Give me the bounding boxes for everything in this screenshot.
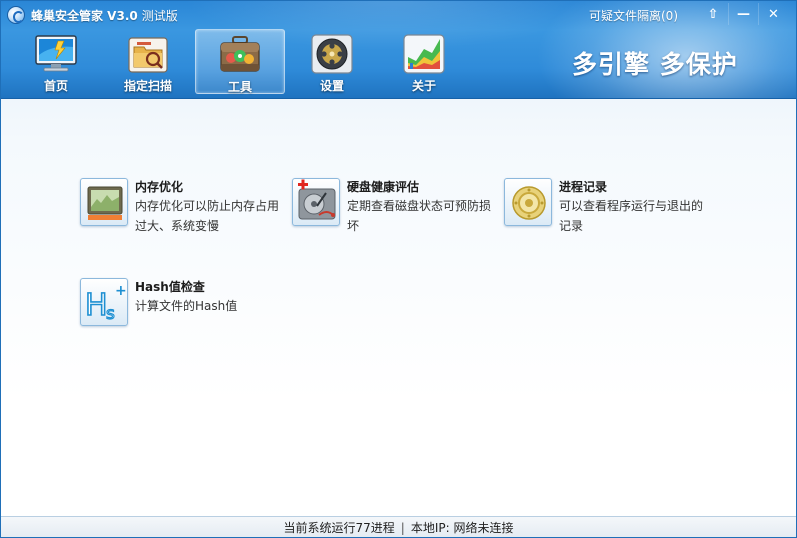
app-title-text: 蜂巢安全管家 V3.0 — [31, 9, 138, 23]
tool-desc: 计算文件的Hash值 — [135, 299, 238, 313]
tool-text-hash: Hash值检查 计算文件的Hash值 — [135, 278, 285, 316]
nav-label-settings: 设置 — [319, 79, 344, 93]
toolbox-icon — [218, 34, 262, 76]
tool-name: 内存优化 — [135, 180, 184, 194]
chart-icon — [402, 33, 446, 75]
nav-item-home[interactable]: 首页 — [11, 29, 101, 94]
tool-memory-optimize[interactable]: 内存优化 内存优化可以防止内存占用过大、系统变慢 — [80, 178, 285, 236]
hash-icon: H s + — [80, 278, 128, 326]
tool-name: Hash值检查 — [135, 280, 205, 294]
slogan: 多引擎 多保护 — [572, 50, 738, 79]
tool-hash-check[interactable]: H s + Hash值检查 计算文件的Hash值 — [80, 278, 285, 326]
monitor-icon — [34, 33, 78, 75]
app-logo-icon — [7, 6, 25, 24]
tool-text-memory: 内存优化 内存优化可以防止内存占用过大、系统变慢 — [135, 178, 285, 236]
nav-label-tools: 工具 — [227, 80, 252, 94]
svg-text:s: s — [106, 304, 115, 324]
nav-item-about[interactable]: 关于 — [379, 29, 469, 94]
main-nav: 首页 指定扫描 工具 设置 关于 — [11, 29, 471, 94]
app-window: 蜂巢安全管家 V3.0 测试版 可疑文件隔离(0) ⇧ — ✕ 首页 指定扫描 … — [0, 0, 797, 538]
tool-disk-health[interactable]: 硬盘健康评估 定期查看磁盘状态可预防损坏 — [292, 178, 497, 236]
app-title: 蜂巢安全管家 V3.0 测试版 — [31, 7, 178, 24]
svg-text:+: + — [115, 283, 127, 299]
memory-icon — [80, 178, 128, 226]
title-bar: 蜂巢安全管家 V3.0 测试版 可疑文件隔离(0) ⇧ — ✕ — [1, 1, 796, 29]
status-separator: | — [400, 520, 405, 535]
tool-text-process: 进程记录 可以查看程序运行与退出的记录 — [559, 178, 709, 236]
tool-process-log[interactable]: 进程记录 可以查看程序运行与退出的记录 — [504, 178, 709, 236]
nav-item-settings[interactable]: 设置 — [287, 29, 377, 94]
nav-label-about: 关于 — [411, 79, 436, 93]
quarantine-link[interactable]: 可疑文件隔离(0) — [589, 7, 678, 24]
close-button[interactable]: ✕ — [758, 3, 788, 25]
status-process-count: 当前系统运行77进程 — [283, 521, 395, 535]
tool-desc: 定期查看磁盘状态可预防损坏 — [347, 199, 492, 233]
harddisk-icon — [292, 178, 340, 226]
minimize-button[interactable]: — — [728, 3, 758, 25]
status-ip: 本地IP: 网络未连接 — [410, 521, 514, 535]
process-icon — [504, 178, 552, 226]
gear-film-icon — [310, 33, 354, 75]
nav-item-tools[interactable]: 工具 — [195, 29, 285, 94]
tool-name: 进程记录 — [559, 180, 608, 194]
folder-scan-icon — [126, 33, 170, 75]
status-bar: 当前系统运行77进程 | 本地IP: 网络未连接 — [1, 516, 796, 537]
window-controls: ⇧ — ✕ — [698, 3, 788, 25]
header: 蜂巢安全管家 V3.0 测试版 可疑文件隔离(0) ⇧ — ✕ 首页 指定扫描 … — [1, 1, 796, 99]
tool-text-disk: 硬盘健康评估 定期查看磁盘状态可预防损坏 — [347, 178, 497, 236]
nav-label-scan: 指定扫描 — [123, 79, 172, 93]
app-edition: 测试版 — [141, 9, 178, 23]
tool-desc: 可以查看程序运行与退出的记录 — [559, 199, 704, 233]
svg-text:H: H — [85, 288, 108, 323]
pin-button[interactable]: ⇧ — [698, 3, 728, 25]
tool-name: 硬盘健康评估 — [347, 180, 420, 194]
nav-item-scan[interactable]: 指定扫描 — [103, 29, 193, 94]
tool-desc: 内存优化可以防止内存占用过大、系统变慢 — [135, 199, 280, 233]
nav-label-home: 首页 — [43, 79, 68, 93]
